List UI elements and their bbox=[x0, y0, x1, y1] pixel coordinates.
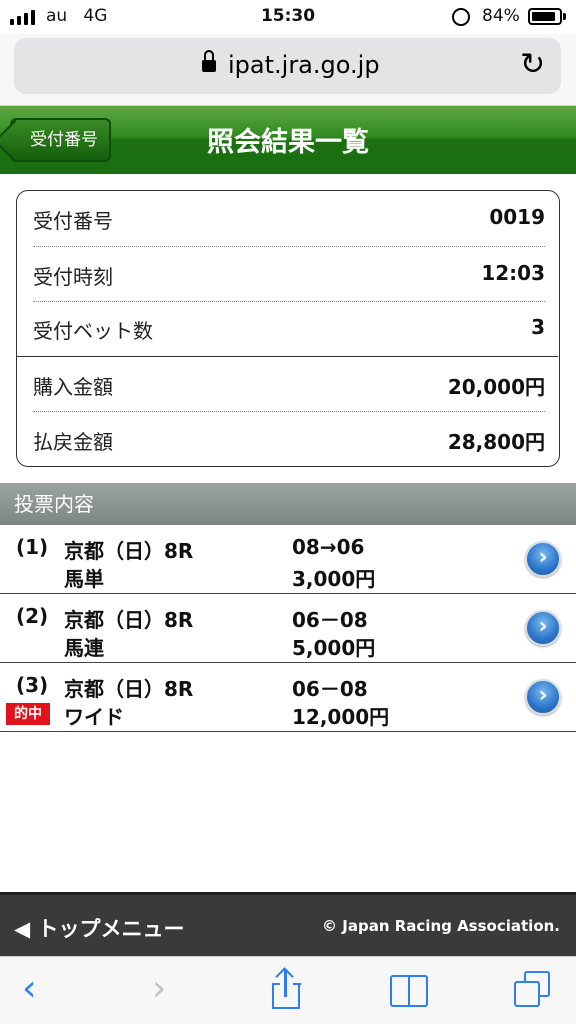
chevron-right-circle-icon[interactable]: › bbox=[525, 679, 561, 715]
summary-row-bet-count: 受付ベット数 3 bbox=[33, 315, 545, 343]
summary-row-purchase-amount: 購入金額 20,000円 bbox=[33, 375, 545, 399]
browser-toolbar: ‹ › bbox=[0, 956, 576, 1024]
bet-number: (2) bbox=[16, 604, 49, 628]
top-menu-link[interactable]: ◀ トップメニュー bbox=[14, 913, 184, 943]
page-footer: ◀ トップメニュー © Japan Racing Association. bbox=[0, 892, 576, 956]
chevron-left-icon[interactable]: ‹ bbox=[22, 969, 36, 1009]
share-icon[interactable] bbox=[271, 967, 301, 1011]
bet-row[interactable]: (2) 京都（日）8R 馬連 06－08 5,000円 › bbox=[0, 594, 576, 663]
rotation-lock-icon bbox=[452, 8, 470, 26]
section-title-bet-contents: 投票内容 bbox=[0, 483, 576, 525]
hit-badge: 的中 bbox=[6, 703, 50, 725]
bet-type: 馬単 bbox=[64, 567, 104, 591]
padlock-icon bbox=[202, 50, 216, 74]
bet-number: (1) bbox=[16, 535, 49, 559]
battery-icon bbox=[528, 8, 562, 25]
summary-row-payout-amount: 払戻金額 28,800円 bbox=[33, 430, 545, 454]
reload-icon[interactable]: ↻ bbox=[520, 50, 545, 80]
chevron-right-icon[interactable]: › bbox=[152, 969, 166, 1009]
bet-combination: 06－08 bbox=[292, 608, 368, 632]
tabs-icon[interactable] bbox=[514, 971, 552, 1009]
bet-amount: 12,000円 bbox=[292, 705, 390, 729]
bet-venue: 京都（日）8R bbox=[64, 608, 194, 632]
address-bar[interactable]: ipat.jra.go.jp ↻ bbox=[14, 38, 561, 94]
bet-combination: 08→06 bbox=[292, 535, 365, 559]
bet-number: (3) bbox=[16, 673, 49, 697]
copyright: © Japan Racing Association. bbox=[322, 917, 560, 935]
summary-row-receipt-time: 受付時刻 12:03 bbox=[33, 261, 545, 289]
bet-amount: 5,000円 bbox=[292, 636, 376, 660]
bet-venue: 京都（日）8R bbox=[64, 539, 194, 563]
chevron-right-circle-icon[interactable]: › bbox=[525, 541, 561, 577]
bet-row[interactable]: (3) 的中 京都（日）8R ワイド 06－08 12,000円 › bbox=[0, 663, 576, 732]
url-domain[interactable]: ipat.jra.go.jp bbox=[228, 51, 380, 79]
browser-address-area: ipat.jra.go.jp ↻ bbox=[0, 34, 576, 106]
bet-type: 馬連 bbox=[64, 636, 104, 660]
book-icon[interactable] bbox=[390, 975, 430, 1007]
status-bar: au 4G 15:30 84% bbox=[0, 0, 576, 34]
page-title: 照会結果一覧 bbox=[207, 127, 369, 158]
bet-venue: 京都（日）8R bbox=[64, 677, 194, 701]
battery-percent: 84% bbox=[482, 6, 520, 26]
bet-amount: 3,000円 bbox=[292, 567, 376, 591]
chevron-right-circle-icon[interactable]: › bbox=[525, 610, 561, 646]
receipt-summary-card: 受付番号 0019 受付時刻 12:03 受付ベット数 3 購入金額 20,00… bbox=[16, 190, 560, 467]
bet-type: ワイド bbox=[64, 705, 124, 729]
bet-row[interactable]: (1) 京都（日）8R 馬単 08→06 3,000円 › bbox=[0, 525, 576, 594]
bet-combination: 06－08 bbox=[292, 677, 368, 701]
summary-row-receipt-number: 受付番号 0019 bbox=[33, 205, 545, 233]
